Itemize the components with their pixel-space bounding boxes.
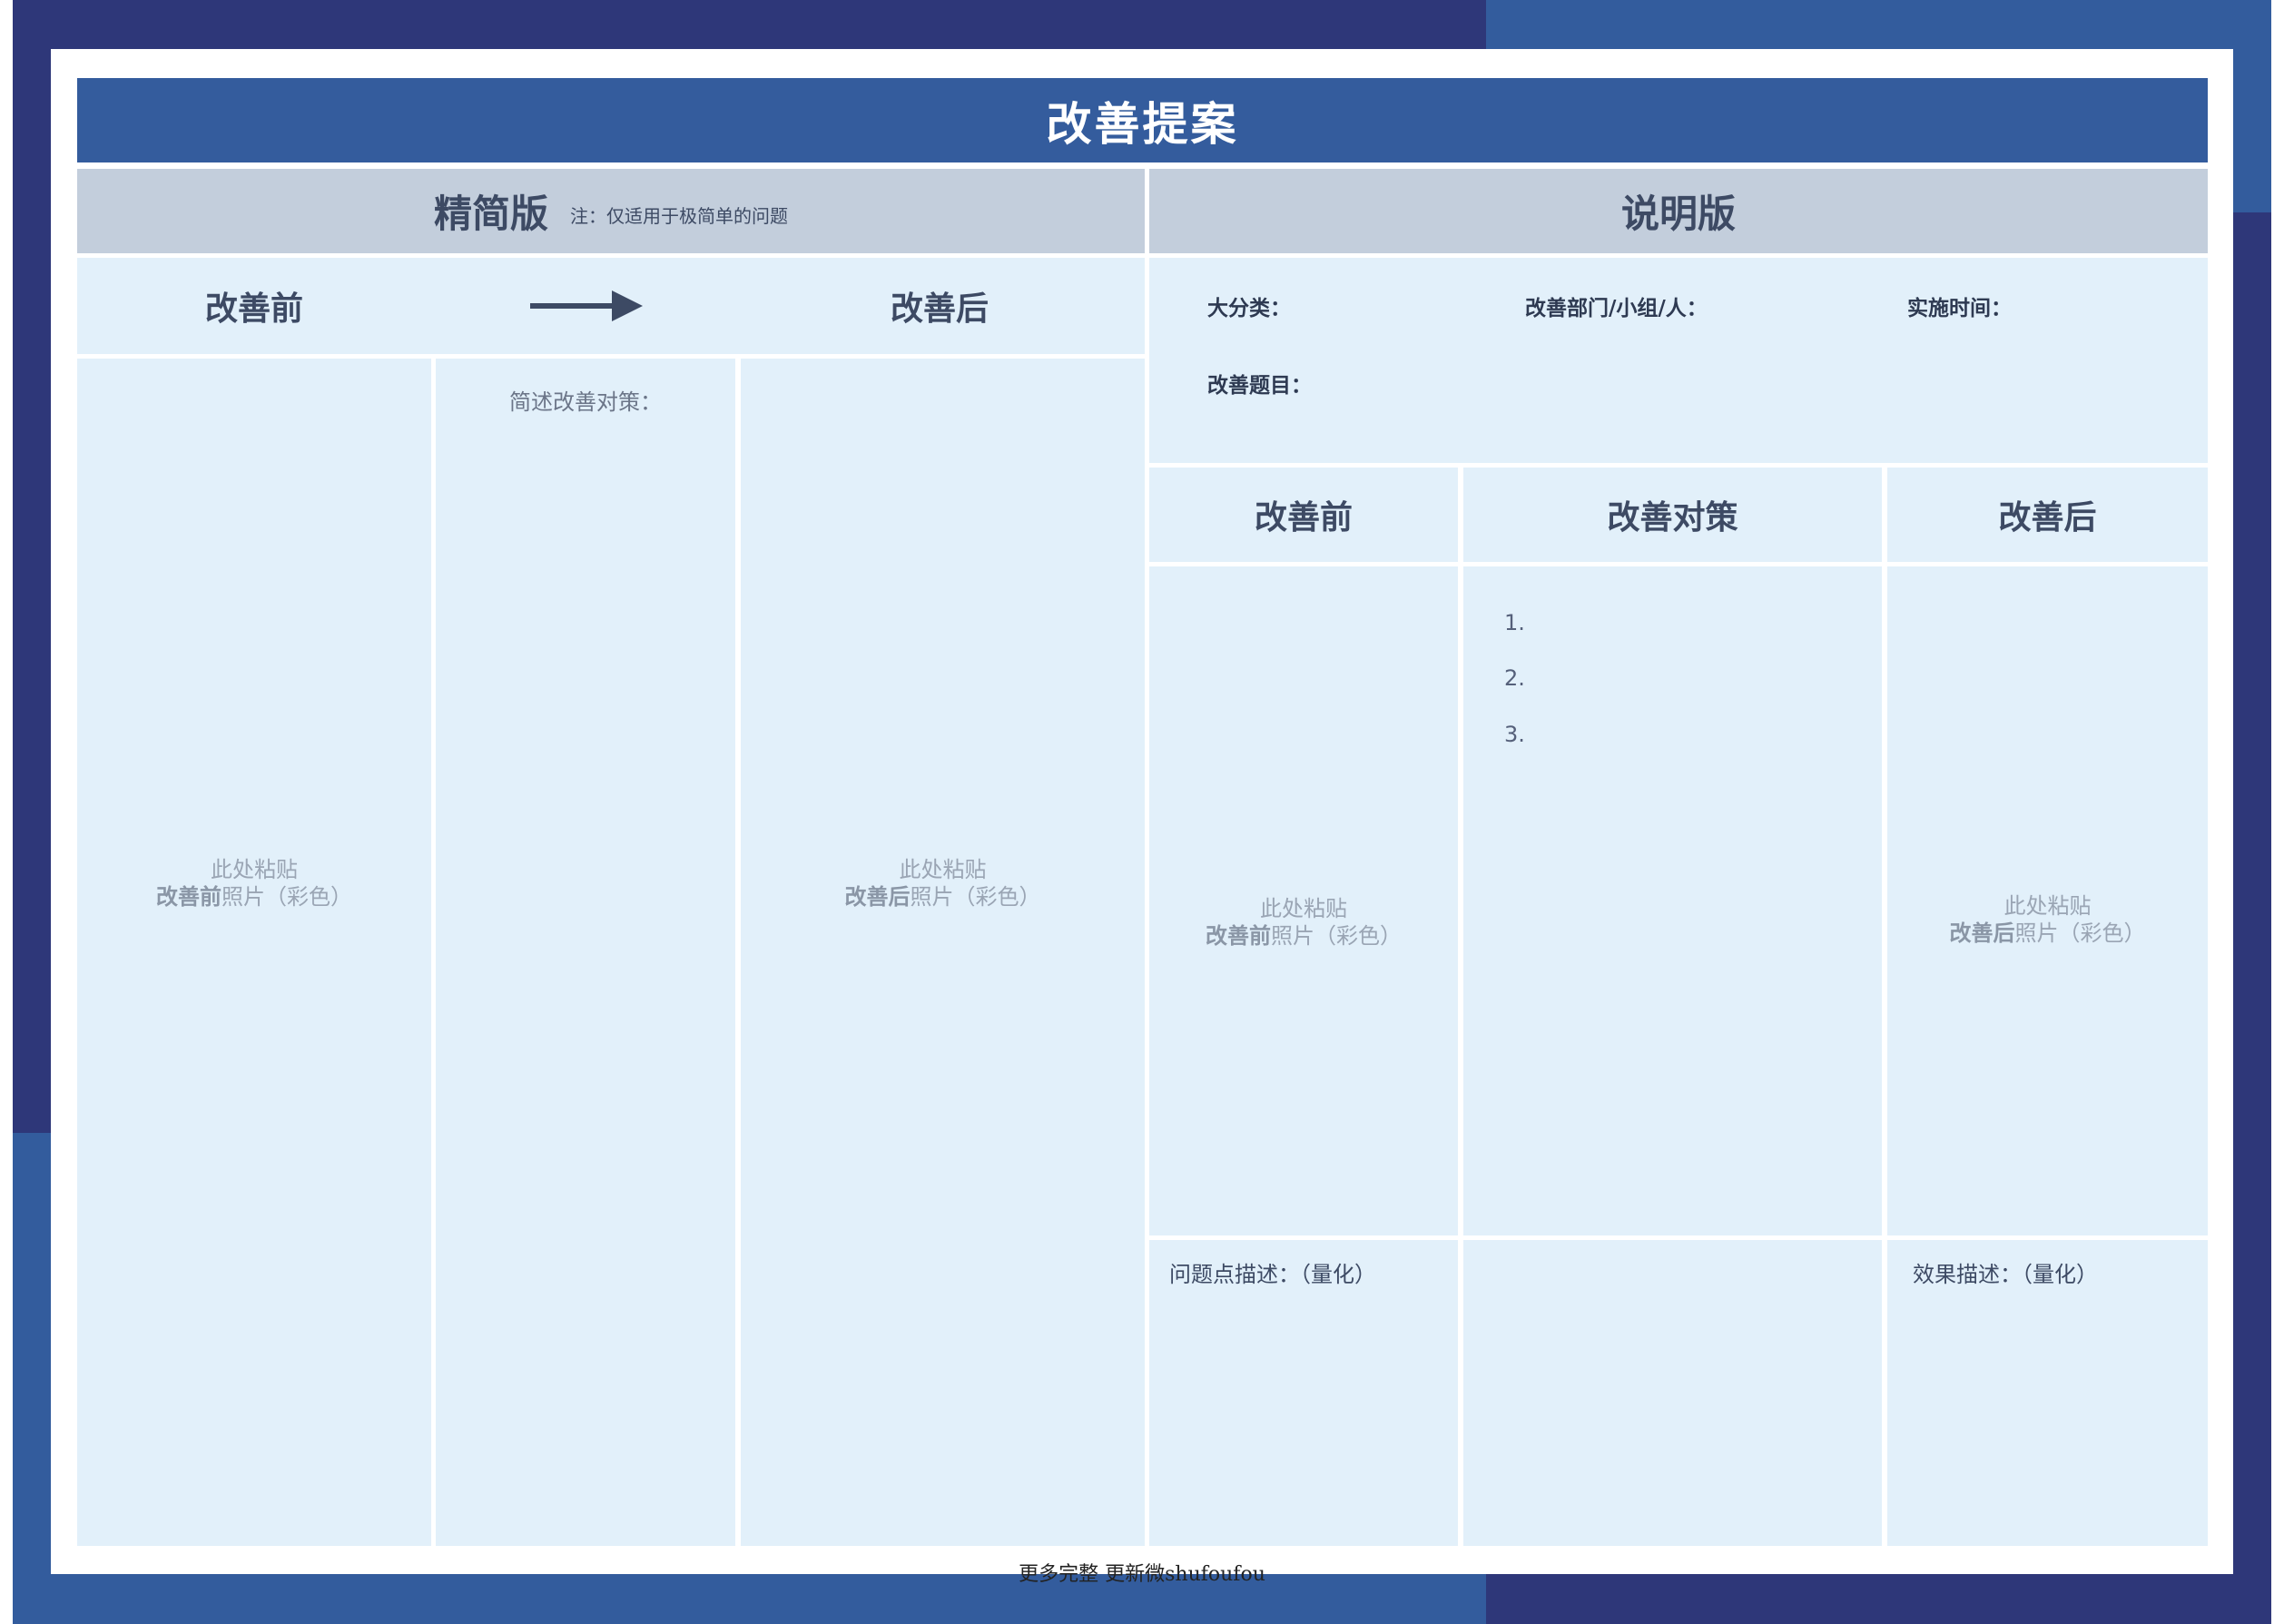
detail-info-panel: 大分类： 改善部门/小组/人： 实施时间： 改善题目： [1149, 258, 2208, 463]
placeholder-caption: 改善后照片（彩色） [741, 883, 1145, 910]
page-title: 改善提案 [77, 78, 2208, 162]
simple-before-after-header: 改善前 改善后 [77, 258, 1145, 354]
simple-after-label: 改善后 [890, 290, 989, 328]
effect-description-area[interactable]: 效果描述：（量化） [1887, 1240, 2208, 1546]
placeholder-bold: 改善前 [156, 884, 222, 910]
measure-item-3: 3. [1504, 722, 1525, 747]
simple-before-photo-area[interactable]: 此处粘贴 改善前照片（彩色） [77, 359, 431, 1546]
arrow-right-icon [530, 290, 643, 321]
detail-after-photo-area[interactable]: 此处粘贴 改善后照片（彩色） [1887, 566, 2208, 1235]
problem-description-label: 问题点描述：（量化） [1169, 1262, 1376, 1287]
placeholder-rest: 照片（彩色） [2014, 920, 2146, 946]
detail-before-photo-area[interactable]: 此处粘贴 改善前照片（彩色） [1149, 566, 1458, 1235]
simple-before-label: 改善前 [204, 290, 303, 328]
simple-version-label: 精简版 [433, 192, 548, 236]
measure-item-1: 1. [1504, 610, 1525, 635]
placeholder-bold: 改善后 [1949, 920, 2015, 946]
placeholder-line: 此处粘贴 [1260, 896, 1347, 921]
simple-version-note: 注：仅适用于极简单的问题 [570, 205, 788, 227]
placeholder-line: 此处粘贴 [899, 857, 987, 882]
time-label: 实施时间： [1907, 297, 2012, 320]
detail-version-header: 说明版 [1149, 169, 2208, 253]
category-label: 大分类： [1207, 297, 1291, 320]
placeholder-bold: 改善前 [1206, 923, 1271, 949]
placeholder-caption: 改善前照片（彩色） [1149, 922, 1458, 950]
detail-after-header: 改善后 [1887, 468, 2208, 562]
simple-version-header: 精简版 注：仅适用于极简单的问题 [77, 169, 1145, 253]
detail-measure-header: 改善对策 [1463, 468, 1882, 562]
placeholder-line: 此处粘贴 [211, 857, 298, 882]
detail-measure-area[interactable]: 1. 2. 3. [1463, 566, 1882, 1235]
placeholder-bold: 改善后 [844, 884, 911, 910]
department-label: 改善部门/小组/人： [1525, 297, 1708, 320]
after-photo-placeholder: 此处粘贴 改善后照片（彩色） [741, 856, 1145, 910]
placeholder-rest: 照片（彩色） [1271, 923, 1402, 949]
placeholder-caption: 改善前照片（彩色） [77, 883, 431, 910]
effect-description-label: 效果描述：（量化） [1913, 1262, 2098, 1287]
problem-description-area[interactable]: 问题点描述：（量化） [1149, 1240, 1458, 1546]
detail-before-header: 改善前 [1149, 468, 1458, 562]
measure-bottom-area[interactable] [1463, 1240, 1882, 1546]
subject-label: 改善题目： [1207, 374, 1312, 398]
detail-after-photo-placeholder: 此处粘贴 改善后照片（彩色） [1887, 892, 2208, 947]
simple-after-photo-area[interactable]: 此处粘贴 改善后照片（彩色） [741, 359, 1145, 1546]
placeholder-rest: 照片（彩色） [222, 884, 352, 910]
detail-version-label: 说明版 [1620, 192, 1736, 236]
background-block-navy-right [2232, 212, 2271, 1624]
placeholder-caption: 改善后照片（彩色） [1887, 920, 2208, 947]
simple-measure-area[interactable]: 简述改善对策： [436, 359, 735, 1546]
detail-before-photo-placeholder: 此处粘贴 改善前照片（彩色） [1149, 895, 1458, 950]
placeholder-rest: 照片（彩色） [910, 884, 1041, 910]
placeholder-line: 此处粘贴 [2003, 893, 2092, 919]
measure-prompt: 简述改善对策： [509, 389, 662, 415]
before-photo-placeholder: 此处粘贴 改善前照片（彩色） [77, 856, 431, 910]
footer-text: 更多完整 更新微shufoufou [1019, 1563, 1265, 1586]
measure-item-2: 2. [1504, 665, 1525, 691]
